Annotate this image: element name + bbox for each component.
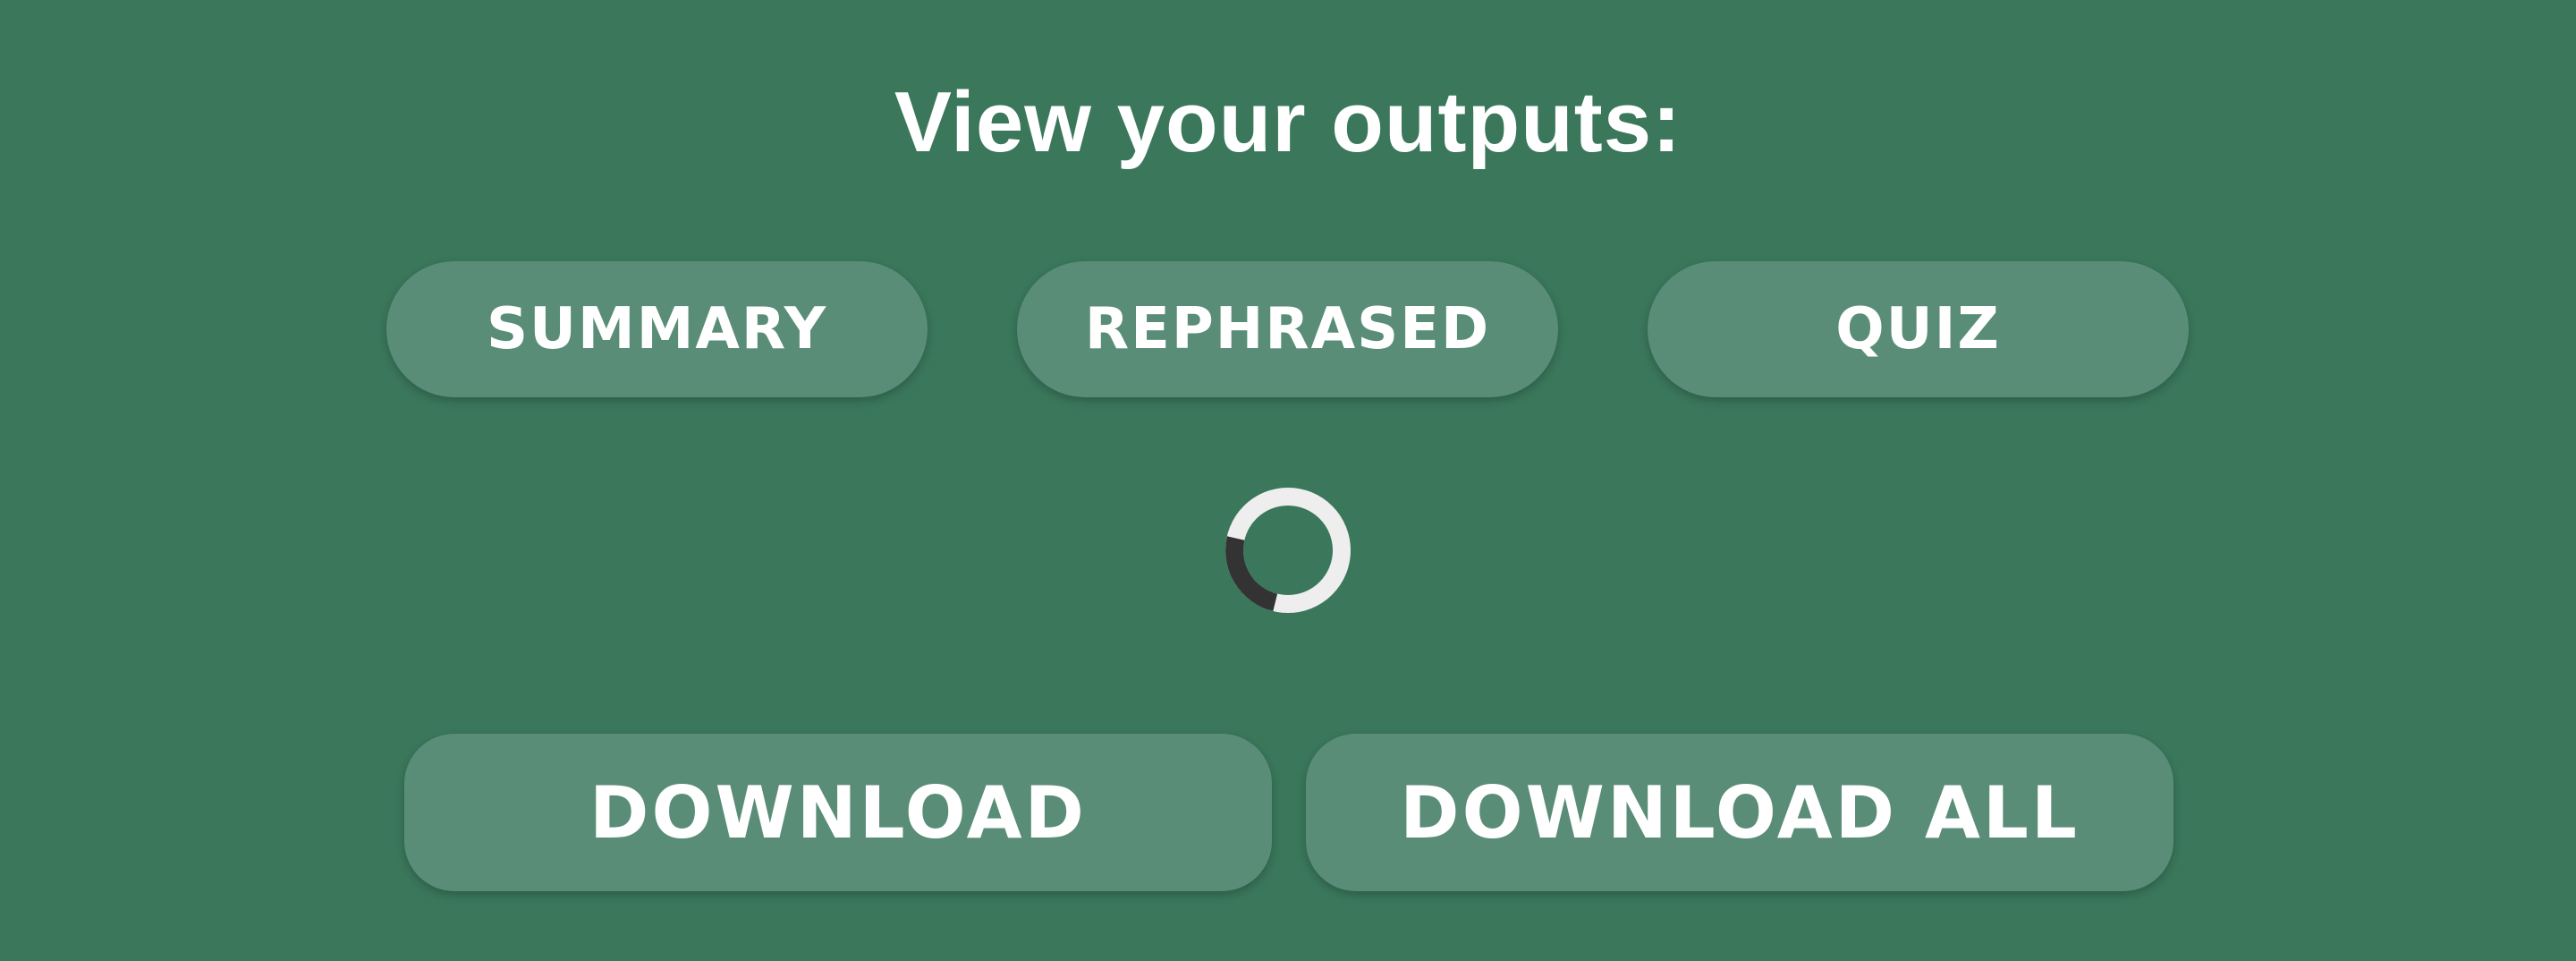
tab-quiz[interactable]: QUIZ: [1648, 261, 2189, 397]
tab-quiz-label: QUIZ: [1835, 296, 2001, 362]
tab-rephrased[interactable]: REPHRASED: [1017, 261, 1558, 397]
download-all-button[interactable]: DOWNLOAD ALL: [1306, 734, 2174, 891]
tab-summary[interactable]: SUMMARY: [386, 261, 928, 397]
download-button[interactable]: DOWNLOAD: [404, 734, 1272, 891]
download-all-button-label: DOWNLOAD ALL: [1400, 770, 2080, 855]
loading-spinner-icon: [1225, 488, 1351, 613]
tab-rephrased-label: REPHRASED: [1084, 296, 1491, 362]
download-button-label: DOWNLOAD: [589, 770, 1087, 855]
spinner-arc: [1225, 536, 1278, 612]
tab-summary-label: SUMMARY: [486, 296, 828, 362]
page-title: View your outputs:: [894, 74, 1682, 170]
